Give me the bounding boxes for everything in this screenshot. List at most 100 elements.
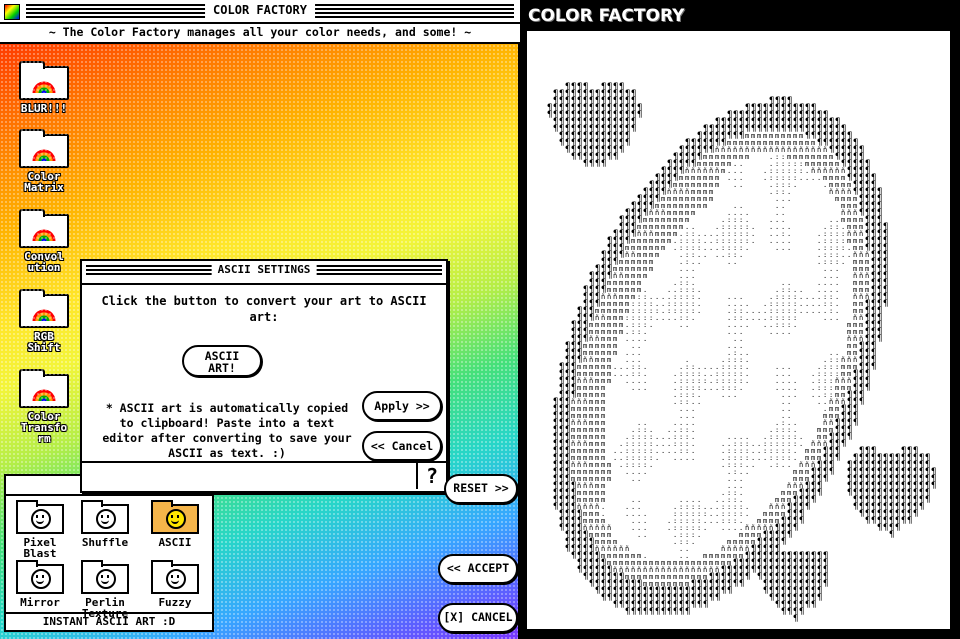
ascii-glyph: ¶	[805, 600, 810, 610]
tool-shuffle[interactable]: Shuffle	[74, 500, 136, 548]
ascii-glyph: .	[787, 461, 791, 469]
ascii-glyph: ¶	[583, 159, 588, 169]
ascii-glyph: .	[613, 370, 617, 378]
title-bar[interactable]: COLOR FACTORY	[0, 0, 520, 24]
rainbow-icon	[32, 81, 56, 94]
ascii-glyph: .	[769, 188, 773, 196]
ascii-glyph: .	[649, 461, 653, 469]
ascii-glyph: .	[799, 307, 803, 315]
ascii-glyph: ¶	[739, 579, 744, 589]
ascii-glyph: ¶	[769, 593, 774, 603]
ascii-glyph: .	[655, 454, 659, 462]
folder-icon	[81, 500, 129, 534]
folder-color-transform[interactable]: Color Transfo rm	[14, 369, 74, 444]
ascii-glyph: ¶	[901, 516, 906, 526]
folder-icon	[19, 129, 69, 168]
ascii-glyph: .	[625, 468, 629, 476]
ascii-glyph: .	[691, 538, 695, 546]
reset-button[interactable]: RESET >>	[444, 474, 518, 504]
tool-perlin-texture[interactable]: Perlin Texture	[74, 560, 136, 619]
tool-ascii[interactable]: ASCII	[144, 500, 206, 548]
rainbow-icon	[32, 309, 56, 322]
ascii-glyph: .	[817, 174, 821, 182]
ascii-glyph: ¶	[865, 516, 870, 526]
ascii-glyph: .	[649, 321, 653, 329]
ascii-glyph: .	[805, 174, 809, 182]
help-button[interactable]: ?	[416, 463, 446, 489]
tool-mirror[interactable]: Mirror	[9, 560, 71, 608]
ascii-glyph: ¶	[817, 488, 822, 498]
ascii-glyph: .	[739, 251, 743, 259]
ascii-glyph: .	[685, 321, 689, 329]
ascii-glyph: ¶	[859, 509, 864, 519]
folder-color-matrix[interactable]: Color Matrix	[14, 129, 74, 193]
ascii-glyph: .	[787, 244, 791, 252]
ascii-glyph: ¶	[919, 502, 924, 512]
ascii-glyph: ¶	[661, 607, 666, 617]
accept-button[interactable]: << ACCEPT	[438, 554, 518, 584]
folder-blur[interactable]: BLUR!!!	[14, 61, 74, 114]
close-cancel-button[interactable]: [X] CANCEL	[438, 603, 518, 633]
ascii-glyph: .	[631, 384, 635, 392]
folder-rgb-shift[interactable]: RGB Shift	[14, 289, 74, 354]
ascii-glyph: ¶	[619, 600, 624, 610]
ascii-glyph: .	[781, 244, 785, 252]
ascii-glyph: .	[667, 314, 671, 322]
ascii-glyph: .	[721, 251, 725, 259]
ascii-glyph: ¶	[601, 593, 606, 603]
ascii-glyph: m	[703, 202, 707, 210]
ascii-glyph: ¶	[625, 138, 630, 148]
dialog-instruction: Click the button to convert your art to …	[101, 294, 427, 324]
ascii-glyph: ¶	[835, 453, 840, 463]
ascii-glyph: ¶	[811, 495, 816, 505]
ascii-glyph: ¶	[625, 607, 630, 617]
ascii-glyph: m	[721, 167, 725, 175]
ascii-glyph: .	[709, 517, 713, 525]
ascii-glyph: .	[799, 440, 803, 448]
ascii-glyph: .	[697, 398, 701, 406]
ascii-glyph: .	[727, 524, 731, 532]
ascii-glyph: .	[733, 524, 737, 532]
ascii-glyph: ¶	[823, 579, 828, 589]
ascii-glyph: .	[787, 328, 791, 336]
ascii-glyph: .	[751, 461, 755, 469]
effects-palette: Pixel Blast Shuffle ASCII Mirror Perlin …	[4, 474, 214, 632]
apply-button[interactable]: Apply >>	[362, 391, 442, 421]
ascii-glyph: ¶	[871, 516, 876, 526]
tool-fuzzy[interactable]: Fuzzy	[144, 560, 206, 608]
folder-icon	[19, 61, 69, 100]
folder-convolution[interactable]: Convol ution	[14, 209, 74, 274]
ascii-glyph: ¶	[559, 523, 564, 533]
ascii-preview: ¶ ¶ ¶ ¶ ¶ ¶ ¶ ¶ ¶ ¶ ¶ ¶ ¶ ¶ ¶ ¶ ¶ ¶ ¶ ¶ ¶ ¶ ¶ ¶ ¶ ¶ ¶ ¶ ¶ ¶ ¶ ¶ ¶ ¶ ¶ ¶ ¶ ¶ ¶ ¶…	[527, 31, 950, 629]
ascii-glyph: .	[793, 181, 797, 189]
cancel-button[interactable]: << Cancel	[362, 431, 442, 461]
ascii-glyph: ¶	[631, 607, 636, 617]
ascii-glyph: .	[817, 307, 821, 315]
ascii-glyph: ¶	[913, 509, 918, 519]
ascii-glyph: .	[763, 454, 767, 462]
ascii-glyph: ¶	[553, 124, 558, 134]
folder-icon	[19, 369, 69, 408]
app-icon[interactable]	[4, 4, 20, 20]
ascii-glyph: .	[817, 398, 821, 406]
ascii-art-button[interactable]: ASCII ART!	[182, 345, 262, 377]
tool-pixel-blast[interactable]: Pixel Blast	[9, 500, 71, 559]
ascii-glyph: ¶	[571, 551, 576, 561]
dialog-title-bar[interactable]: ASCII SETTINGS	[82, 261, 446, 285]
ascii-glyph: ñ	[757, 146, 761, 154]
folder-label: RGB Shift	[27, 330, 61, 354]
ascii-glyph: ¶	[685, 607, 690, 617]
ascii-glyph: .	[721, 461, 725, 469]
folder-label: Convol ution	[24, 250, 64, 274]
ascii-glyph: .	[805, 307, 809, 315]
ascii-glyph: .	[643, 468, 647, 476]
ascii-glyph: ¶	[805, 502, 810, 512]
ascii-glyph: m	[649, 265, 653, 273]
ascii-glyph: m	[745, 153, 749, 161]
ascii-glyph: ¶	[655, 607, 660, 617]
ascii-glyph: ¶	[667, 607, 672, 617]
ascii-glyph: .	[685, 454, 689, 462]
folder-icon	[19, 289, 69, 328]
ascii-glyph: ¶	[877, 523, 882, 533]
ascii-glyph: .	[757, 314, 761, 322]
